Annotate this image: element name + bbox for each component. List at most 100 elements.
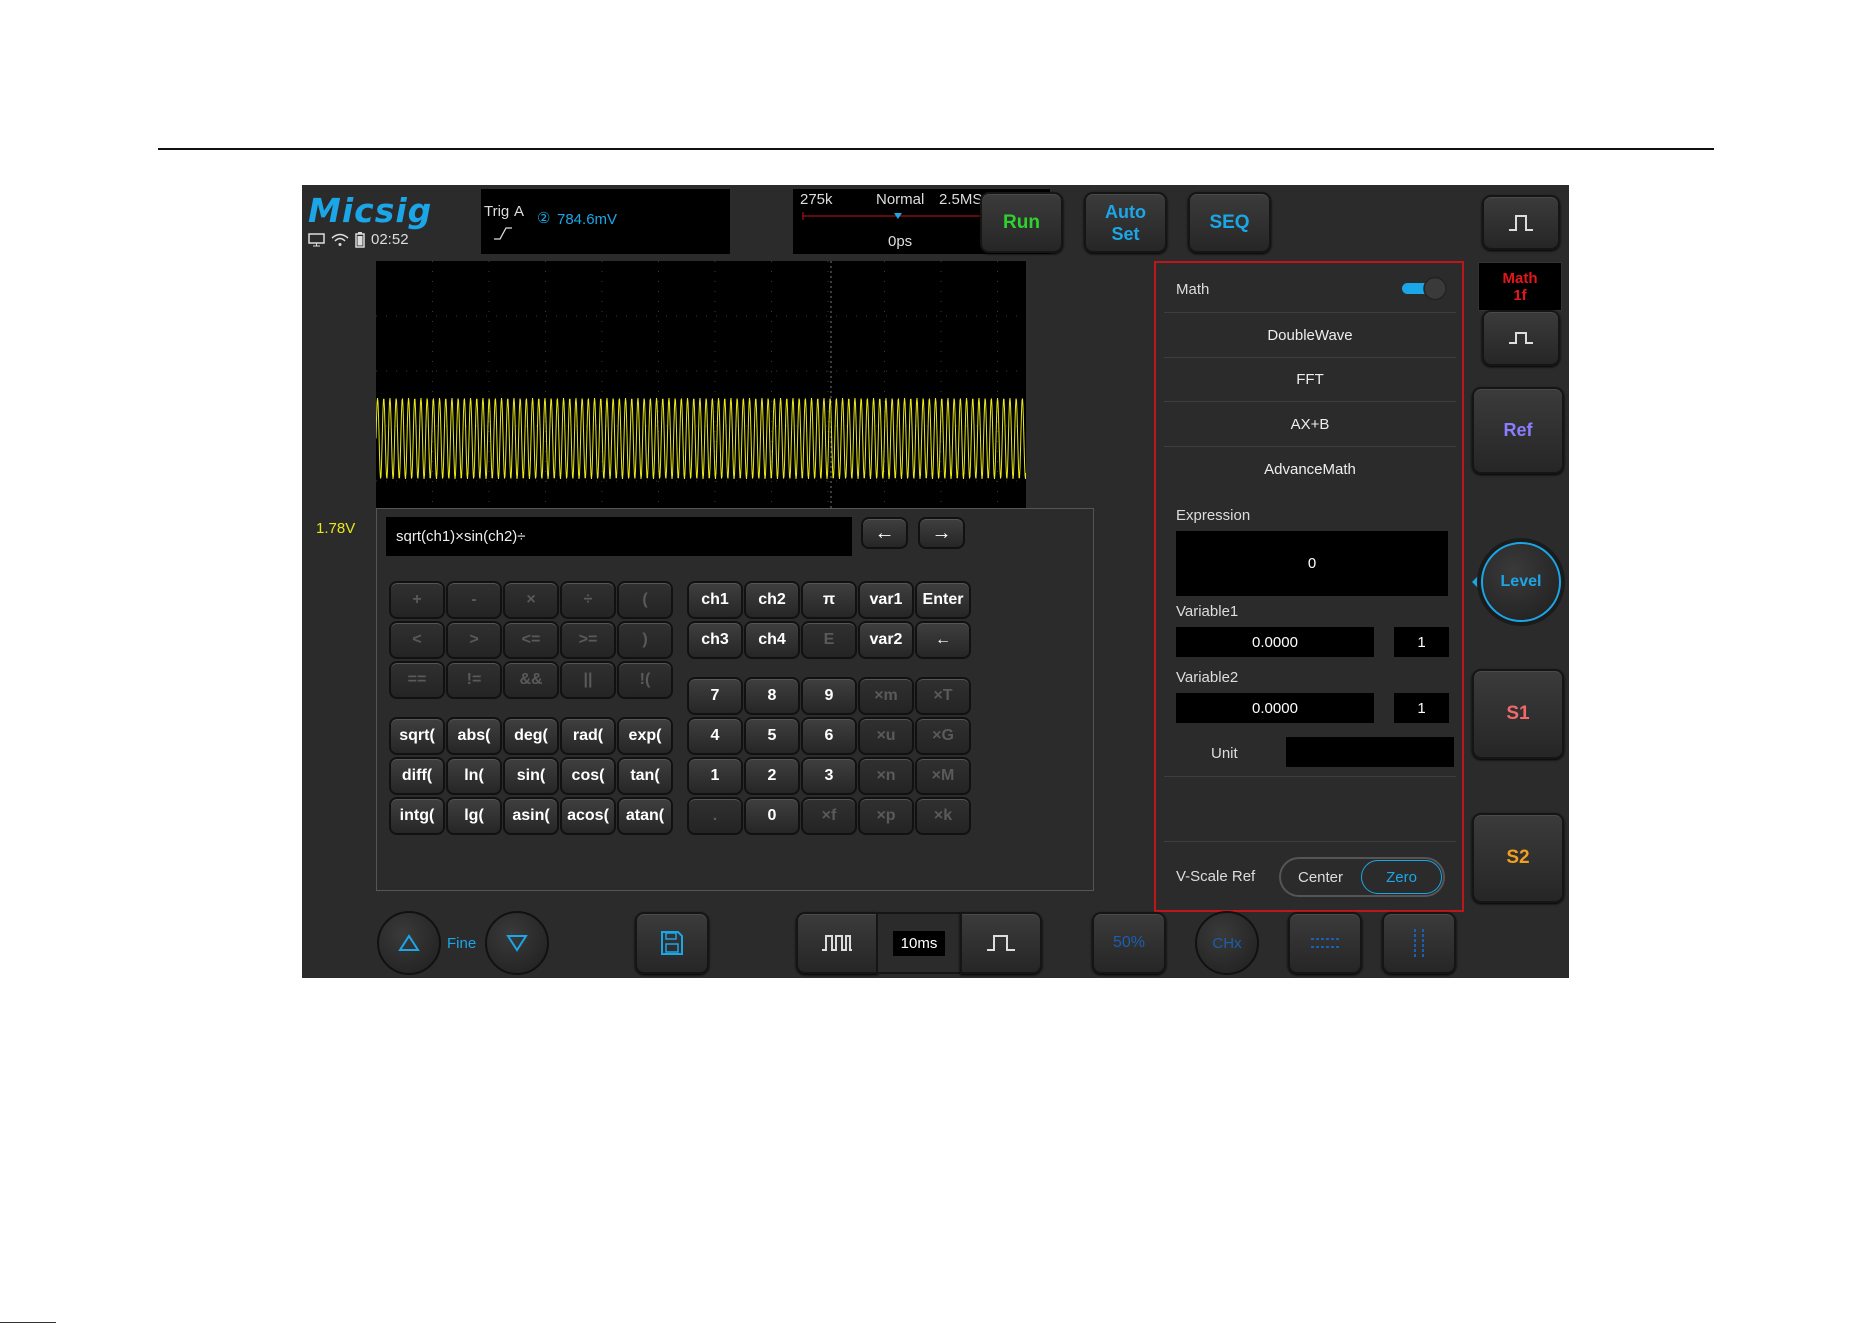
- right-key-2-0[interactable]: 7: [687, 677, 743, 715]
- trigger-info[interactable]: Trig A ② 784.6mV: [481, 189, 730, 254]
- menu-advancemath[interactable]: AdvanceMath: [1164, 447, 1456, 491]
- left-key-3-3[interactable]: rad(: [560, 717, 616, 755]
- trigger-50-button[interactable]: 50%: [1092, 912, 1166, 974]
- math-toggle[interactable]: [1400, 275, 1450, 303]
- left-key-4-4[interactable]: tan(: [617, 757, 673, 795]
- left-key-5-1[interactable]: lg(: [446, 797, 502, 835]
- cursor-right-button[interactable]: →: [918, 517, 965, 549]
- left-key-2-4[interactable]: !(: [617, 661, 673, 699]
- right-key-3-2[interactable]: 6: [801, 717, 857, 755]
- vertical-cursor-button[interactable]: [1382, 912, 1456, 974]
- right-key-5-4[interactable]: ×k: [915, 797, 971, 835]
- left-key-3-2[interactable]: deg(: [503, 717, 559, 755]
- seq-button[interactable]: SEQ: [1188, 192, 1271, 253]
- right-key-0-3[interactable]: var1: [858, 581, 914, 619]
- left-key-2-1[interactable]: !=: [446, 661, 502, 699]
- math-channel-indicator[interactable]: Math 1f: [1478, 262, 1562, 311]
- ref-button[interactable]: Ref: [1472, 387, 1564, 474]
- left-key-4-0[interactable]: diff(: [389, 757, 445, 795]
- menu-doublewave[interactable]: DoubleWave: [1164, 312, 1456, 358]
- left-key-1-1[interactable]: >: [446, 621, 502, 659]
- left-key-4-3[interactable]: cos(: [560, 757, 616, 795]
- menu-axb[interactable]: AX+B: [1164, 402, 1456, 447]
- left-key-1-4[interactable]: ): [617, 621, 673, 659]
- right-key-2-1[interactable]: 8: [744, 677, 800, 715]
- menu-fft[interactable]: FFT: [1164, 357, 1456, 402]
- right-key-5-0[interactable]: .: [687, 797, 743, 835]
- variable1-field[interactable]: 0.0000: [1176, 627, 1374, 657]
- right-key-5-3[interactable]: ×p: [858, 797, 914, 835]
- variable1-scale-field[interactable]: 1: [1394, 627, 1449, 657]
- right-key-4-2[interactable]: 3: [801, 757, 857, 795]
- chx-button[interactable]: CHx: [1195, 911, 1259, 975]
- cursor-left-button[interactable]: ←: [861, 517, 908, 549]
- left-key-5-3[interactable]: acos(: [560, 797, 616, 835]
- left-key-2-2[interactable]: &&: [503, 661, 559, 699]
- right-key-0-4[interactable]: Enter: [915, 581, 971, 619]
- s1-button[interactable]: S1: [1472, 669, 1564, 759]
- vertical-cursor-icon: [1414, 929, 1424, 957]
- right-key-3-4[interactable]: ×G: [915, 717, 971, 755]
- left-key-5-4[interactable]: atan(: [617, 797, 673, 835]
- right-key-1-3[interactable]: var2: [858, 621, 914, 659]
- save-button[interactable]: [635, 912, 709, 974]
- fine-label[interactable]: Fine: [447, 935, 476, 952]
- left-key-5-0[interactable]: intg(: [389, 797, 445, 835]
- panel-divider: [1164, 841, 1456, 842]
- run-button[interactable]: Run: [980, 192, 1063, 253]
- right-key-1-1[interactable]: ch4: [744, 621, 800, 659]
- left-key-3-0[interactable]: sqrt(: [389, 717, 445, 755]
- s2-button[interactable]: S2: [1472, 813, 1564, 903]
- left-key-5-2[interactable]: asin(: [503, 797, 559, 835]
- left-key-3-4[interactable]: exp(: [617, 717, 673, 755]
- right-key-2-3[interactable]: ×m: [858, 677, 914, 715]
- right-key-4-3[interactable]: ×n: [858, 757, 914, 795]
- right-key-0-1[interactable]: ch2: [744, 581, 800, 619]
- left-key-2-0[interactable]: ==: [389, 661, 445, 699]
- scale-up-button[interactable]: [377, 911, 441, 975]
- left-key-1-2[interactable]: <=: [503, 621, 559, 659]
- right-key-4-0[interactable]: 1: [687, 757, 743, 795]
- left-key-1-0[interactable]: <: [389, 621, 445, 659]
- right-key-3-0[interactable]: 4: [687, 717, 743, 755]
- horizontal-cursor-button[interactable]: [1288, 912, 1362, 974]
- left-key-3-1[interactable]: abs(: [446, 717, 502, 755]
- expression-field[interactable]: 0: [1176, 531, 1448, 596]
- right-key-4-1[interactable]: 2: [744, 757, 800, 795]
- variable2-field[interactable]: 0.0000: [1176, 693, 1374, 723]
- left-key-1-3[interactable]: >=: [560, 621, 616, 659]
- variable2-scale-field[interactable]: 1: [1394, 693, 1449, 723]
- vscale-zero-option[interactable]: Zero: [1361, 860, 1442, 894]
- unit-field[interactable]: [1286, 737, 1454, 767]
- channel-wave-button[interactable]: [1482, 195, 1560, 250]
- right-key-3-1[interactable]: 5: [744, 717, 800, 755]
- memory-position-bar: [802, 212, 996, 220]
- right-key-2-4[interactable]: ×T: [915, 677, 971, 715]
- right-key-1-4[interactable]: ←: [915, 621, 971, 659]
- timebase-slower-button[interactable]: [960, 912, 1042, 974]
- right-key-5-2[interactable]: ×f: [801, 797, 857, 835]
- level-knob[interactable]: Level: [1481, 542, 1561, 622]
- vscale-center-option[interactable]: Center: [1281, 859, 1360, 895]
- math-wave-button[interactable]: [1482, 310, 1560, 366]
- left-key-0-1[interactable]: -: [446, 581, 502, 619]
- left-key-0-0[interactable]: +: [389, 581, 445, 619]
- scale-down-button[interactable]: [485, 911, 549, 975]
- right-key-0-2[interactable]: π: [801, 581, 857, 619]
- right-key-2-2[interactable]: 9: [801, 677, 857, 715]
- left-key-0-3[interactable]: ÷: [560, 581, 616, 619]
- left-key-2-3[interactable]: ||: [560, 661, 616, 699]
- right-key-5-1[interactable]: 0: [744, 797, 800, 835]
- left-key-0-4[interactable]: (: [617, 581, 673, 619]
- expression-input[interactable]: sqrt(ch1)×sin(ch2)÷: [386, 517, 852, 556]
- right-key-4-4[interactable]: ×M: [915, 757, 971, 795]
- right-key-3-3[interactable]: ×u: [858, 717, 914, 755]
- left-key-0-2[interactable]: ×: [503, 581, 559, 619]
- right-key-1-2[interactable]: E: [801, 621, 857, 659]
- auto-set-button[interactable]: Auto Set: [1084, 192, 1167, 253]
- timebase-faster-button[interactable]: [796, 912, 878, 974]
- right-key-1-0[interactable]: ch3: [687, 621, 743, 659]
- left-key-4-2[interactable]: sin(: [503, 757, 559, 795]
- left-key-4-1[interactable]: ln(: [446, 757, 502, 795]
- right-key-0-0[interactable]: ch1: [687, 581, 743, 619]
